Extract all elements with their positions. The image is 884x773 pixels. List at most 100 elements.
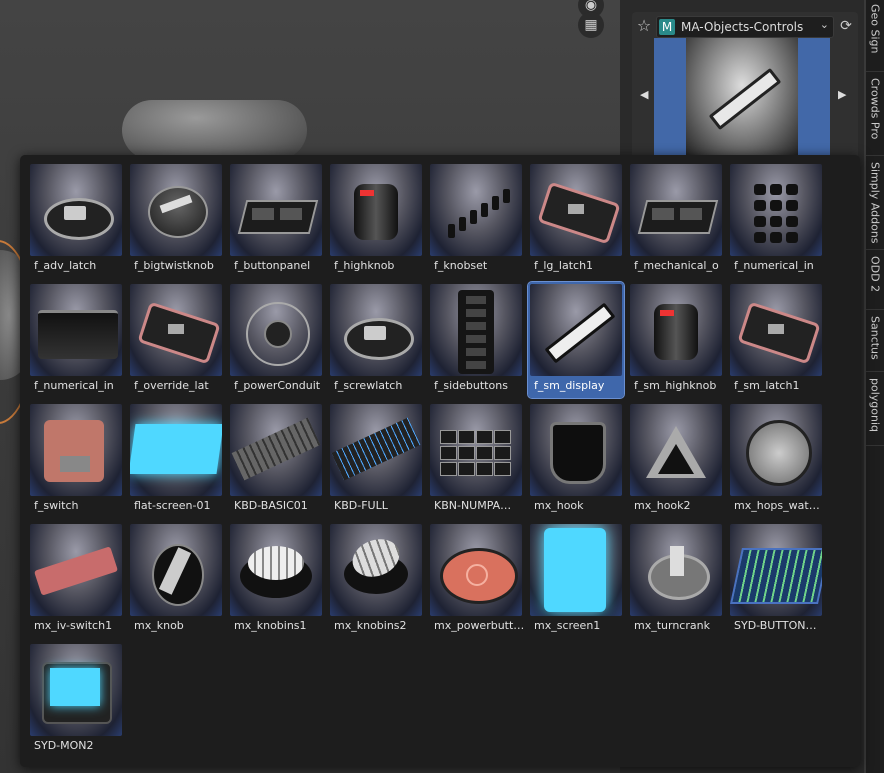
thumbnail-shape [458, 446, 475, 460]
thumbnail-shape [786, 232, 798, 243]
asset-label: f_adv_latch [34, 259, 97, 272]
next-arrow-icon[interactable]: ▶ [838, 88, 846, 101]
grid-icon[interactable]: ▦ [578, 12, 604, 38]
tab-odd-2[interactable]: ODD 2 [866, 252, 884, 310]
asset-label: f_bigtwistknob [134, 259, 214, 272]
material-dropdown[interactable]: M MA-Objects-Controls ⌄ [656, 16, 834, 38]
thumbnail-shape [786, 200, 798, 211]
tab-crowds-pro[interactable]: Crowds Pro [866, 74, 884, 156]
thumbnail-shape [64, 206, 86, 220]
asset-label: f_powerConduit [234, 379, 321, 392]
asset-item[interactable]: f_lg_latch1 [528, 162, 624, 278]
asset-item[interactable]: f_sm_latch1 [728, 282, 824, 398]
thumbnail-shape [168, 324, 184, 334]
tab-polygoniq[interactable]: polygoniq [866, 374, 884, 446]
thumbnail-shape [786, 216, 798, 227]
asset-item[interactable]: mx_knobins1 [228, 522, 324, 638]
asset-item[interactable]: flat-screen-01 [128, 402, 224, 518]
asset-item[interactable]: KBD-FULL [328, 402, 424, 518]
asset-label: f_numerical_in [734, 259, 814, 272]
thumbnail-shape [466, 348, 486, 356]
tab-sanctus[interactable]: Sanctus [866, 312, 884, 372]
asset-label: KBD-BASIC01 [234, 499, 308, 512]
asset-thumbnail [430, 284, 522, 376]
asset-item[interactable]: f_buttonpanel [228, 162, 324, 278]
asset-item[interactable]: f_knobset [428, 162, 524, 278]
asset-item[interactable]: mx_iv-switch1 [28, 522, 124, 638]
asset-label: KBD-FULL [334, 499, 388, 512]
asset-thumbnail [330, 284, 422, 376]
asset-item[interactable]: SYD-BUTTON… [728, 522, 824, 638]
thumbnail-shape [38, 310, 118, 359]
refresh-icon[interactable]: ⟳ [836, 16, 856, 36]
asset-label: f_override_lat [134, 379, 209, 392]
thumbnail-shape [476, 462, 493, 476]
asset-item[interactable]: mx_screen1 [528, 522, 624, 638]
asset-item[interactable]: f_powerConduit [228, 282, 324, 398]
asset-item[interactable]: mx_turncrank [628, 522, 724, 638]
asset-item[interactable]: f_switch [28, 402, 124, 518]
asset-label: mx_hook2 [634, 499, 691, 512]
asset-thumbnail [130, 164, 222, 256]
asset-item[interactable]: mx_knobins2 [328, 522, 424, 638]
asset-label: f_numerical_in [34, 379, 114, 392]
asset-thumbnail [230, 524, 322, 616]
asset-thumbnail [30, 284, 122, 376]
preview-image [686, 38, 798, 156]
thumbnail-shape [440, 446, 457, 460]
thumbnail-shape [331, 417, 421, 481]
material-preview[interactable] [654, 38, 830, 156]
asset-item[interactable]: f_sm_highknob [628, 282, 724, 398]
asset-item[interactable]: mx_powerbutt… [428, 522, 524, 638]
asset-label: KBN-NUMPA… [434, 499, 512, 512]
asset-item[interactable]: mx_knob [128, 522, 224, 638]
asset-label: f_mechanical_o [634, 259, 719, 272]
asset-item[interactable]: KBD-BASIC01 [228, 402, 324, 518]
asset-thumbnail [230, 284, 322, 376]
asset-item[interactable]: KBN-NUMPA… [428, 402, 524, 518]
thumbnail-shape [466, 564, 488, 586]
preview-display-shape [708, 67, 782, 131]
thumbnail-shape [466, 309, 486, 317]
asset-label: f_switch [34, 499, 79, 512]
asset-item[interactable]: f_mechanical_o [628, 162, 724, 278]
thumbnail-shape [754, 216, 766, 227]
asset-item[interactable]: f_sidebuttons [428, 282, 524, 398]
asset-label: mx_screen1 [534, 619, 601, 632]
thumbnail-shape [466, 296, 486, 304]
asset-item[interactable]: f_override_lat [128, 282, 224, 398]
asset-item[interactable]: f_bigtwistknob [128, 162, 224, 278]
asset-label: mx_knob [134, 619, 184, 632]
asset-thumbnail [730, 164, 822, 256]
thumbnail-shape [448, 224, 455, 238]
asset-label: flat-screen-01 [134, 499, 211, 512]
asset-item[interactable]: SYD-MON2 [28, 642, 124, 758]
asset-label: f_sm_latch1 [734, 379, 800, 392]
viewport-object [122, 100, 307, 160]
tab-geo-sign[interactable]: Geo Sign [866, 0, 884, 72]
asset-label: f_knobset [434, 259, 488, 272]
thumbnail-shape [440, 430, 457, 444]
asset-item[interactable]: mx_hook [528, 402, 624, 518]
asset-item[interactable]: f_numerical_in [28, 282, 124, 398]
star-icon[interactable]: ☆ [634, 16, 654, 36]
asset-item[interactable]: f_screwlatch [328, 282, 424, 398]
tab-simply-addons[interactable]: Simply Addons [866, 158, 884, 250]
asset-label: mx_hops_wat… [734, 499, 820, 512]
thumbnail-shape [680, 208, 702, 220]
thumbnail-shape [492, 196, 499, 210]
thumbnail-shape [754, 200, 766, 211]
asset-item[interactable]: f_numerical_in [728, 162, 824, 278]
asset-item[interactable]: f_highknob [328, 162, 424, 278]
sidebar-tabs: Geo Sign Crowds Pro Simply Addons ODD 2 … [866, 0, 884, 773]
asset-item[interactable]: f_sm_display [527, 281, 625, 399]
thumbnail-shape [458, 462, 475, 476]
thumbnail-shape [503, 189, 510, 203]
asset-item[interactable]: f_adv_latch [28, 162, 124, 278]
thumbnail-shape [466, 361, 486, 369]
thumbnail-shape [50, 668, 100, 706]
asset-item[interactable]: mx_hops_wat… [728, 402, 824, 518]
previous-arrow-icon[interactable]: ◀ [640, 88, 648, 101]
asset-item[interactable]: mx_hook2 [628, 402, 724, 518]
thumbnail-shape [770, 200, 782, 211]
